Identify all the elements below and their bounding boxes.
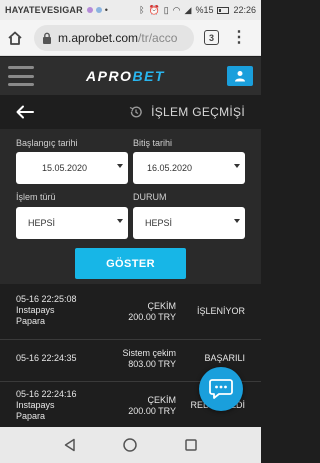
tx-type: Sistem çekim [122, 348, 176, 358]
tx-provider-method: Papara [16, 316, 46, 326]
vibrate-icon: ▯ [163, 4, 169, 15]
account-button[interactable] [227, 66, 253, 86]
tx-amount: 200.00 TRY [128, 406, 176, 416]
home-icon[interactable] [6, 29, 24, 47]
tx-datetime: 05-16 22:25:08 [16, 294, 77, 304]
logo-text-apro: APRO [86, 68, 133, 84]
app-notification-icon-2 [95, 7, 102, 13]
chevron-down-icon [234, 219, 240, 223]
start-date-label: Başlangıç tarihi [16, 138, 78, 148]
url-path: /tr/acco [138, 30, 178, 45]
transaction-type-label: İşlem türü [16, 192, 56, 202]
notification-icons: • [86, 5, 108, 15]
battery-icon [217, 6, 230, 14]
start-date-field[interactable]: 15.05.2020 [16, 152, 128, 184]
bluetooth-icon: ᛒ [139, 5, 145, 15]
back-triangle-icon[interactable] [61, 436, 79, 454]
table-row[interactable]: 05-16 22:25:08 Instapays Papara ÇEKİM 20… [0, 284, 261, 340]
status-select[interactable]: HEPSİ [133, 207, 245, 239]
site-logo[interactable]: APROBET [86, 68, 165, 84]
status-label: DURUM [133, 192, 167, 202]
alarm-icon: ⏰ [148, 4, 160, 15]
end-date-value: 16.05.2020 [147, 163, 193, 173]
clock: 22:26 [233, 5, 256, 15]
logo-text-bet: BET [132, 68, 165, 84]
home-circle-icon[interactable] [121, 436, 139, 454]
transaction-type-select[interactable]: HEPSİ [16, 207, 128, 239]
app-notification-icon [86, 7, 93, 13]
start-date-value: 15.05.2020 [42, 163, 88, 173]
status-right: ᛒ ⏰ ▯ ◠ ◢ %15 22:26 [139, 5, 256, 16]
url-bar[interactable]: m.aprobet.com/tr/acco [34, 24, 194, 51]
page-title: İŞLEM GEÇMİŞİ [151, 105, 245, 119]
status-value: HEPSİ [145, 218, 173, 228]
url-domain: m.aprobet.com [58, 30, 139, 45]
recents-square-icon[interactable] [182, 436, 200, 454]
system-navigation-bar [0, 427, 261, 463]
lock-icon [42, 32, 52, 44]
live-chat-button[interactable] [199, 367, 243, 411]
tx-type: ÇEKİM [147, 301, 176, 311]
tab-switcher-button[interactable]: 3 [204, 30, 219, 45]
transaction-type-value: HEPSİ [28, 218, 56, 228]
history-icon [129, 105, 143, 119]
filter-panel: Başlangıç tarihi Bitiş tarihi 15.05.2020… [0, 129, 261, 284]
tx-provider: Instapays [16, 305, 55, 315]
tx-amount: 200.00 TRY [128, 312, 176, 322]
user-icon [235, 71, 245, 82]
carrier-name: HAYATEVESIGAR [5, 5, 83, 15]
tx-provider: Instapays [16, 400, 55, 410]
end-date-field[interactable]: 16.05.2020 [133, 152, 245, 184]
tx-status: İŞLENİYOR [196, 306, 245, 316]
page-title-bar: İŞLEM GEÇMİŞİ [0, 95, 261, 129]
site-header: APROBET [0, 57, 261, 95]
browser-toolbar: m.aprobet.com/tr/acco 3 ⋮ [0, 20, 261, 56]
chevron-down-icon [117, 164, 123, 168]
tx-datetime: 05-16 22:24:35 [16, 353, 77, 363]
show-button[interactable]: GÖSTER [75, 248, 186, 279]
chat-bubble-icon [209, 379, 233, 399]
more-notifications-icon: • [104, 5, 108, 15]
back-arrow-icon[interactable] [16, 105, 34, 119]
battery-percent: %15 [195, 5, 214, 15]
tx-amount: 803.00 TRY [128, 359, 176, 369]
end-date-label: Bitiş tarihi [133, 138, 173, 148]
hamburger-menu-icon[interactable] [8, 66, 34, 86]
wifi-icon: ◠ [172, 4, 181, 15]
tx-type: ÇEKİM [147, 395, 176, 405]
tx-datetime: 05-16 22:24:16 [16, 389, 77, 399]
tx-provider-method: Papara [16, 411, 46, 421]
chevron-down-icon [117, 219, 123, 223]
signal-icon: ◢ [184, 4, 192, 15]
chevron-down-icon [234, 164, 240, 168]
browser-menu-icon[interactable]: ⋮ [231, 29, 247, 46]
tx-status: BAŞARILI [204, 353, 245, 363]
status-bar: HAYATEVESIGAR • ᛒ ⏰ ▯ ◠ ◢ %15 22:26 [0, 0, 261, 20]
